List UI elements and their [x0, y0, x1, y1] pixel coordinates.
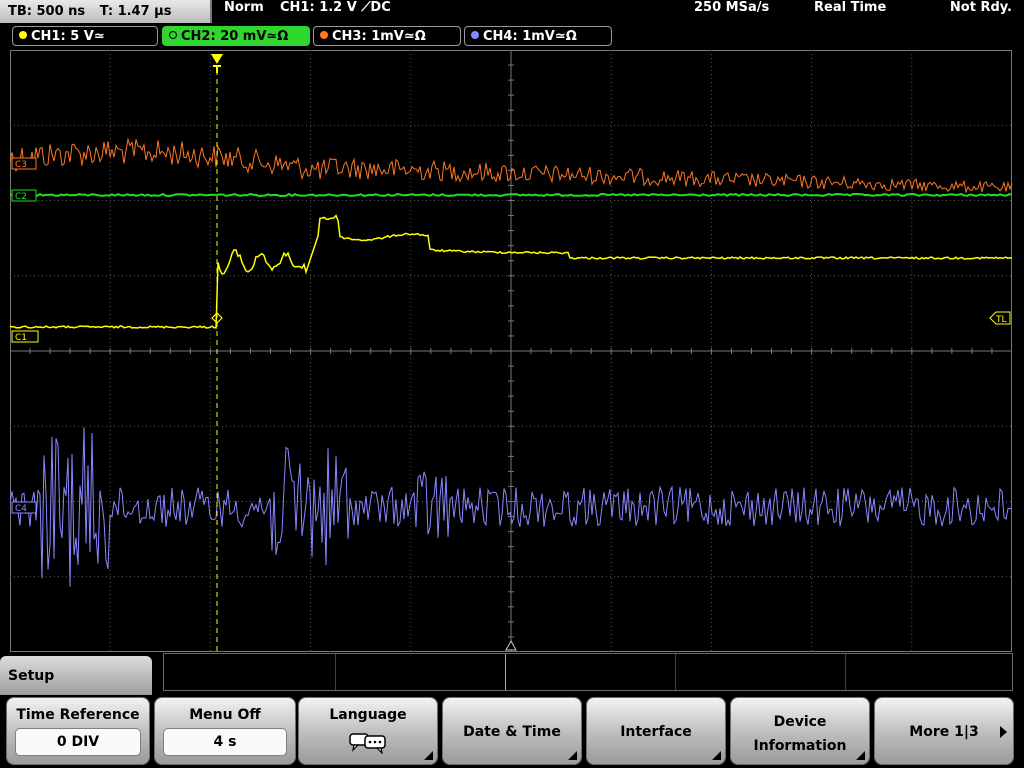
softkey-label: Information	[753, 738, 847, 754]
ch3-dot-icon	[320, 31, 328, 39]
trigger-setting[interactable]: CH1: 1.2 V ⟋DC	[280, 0, 391, 15]
more-softkey[interactable]: More 1|3	[874, 697, 1014, 765]
softkey-label: Date & Time	[463, 724, 561, 740]
waveform-display[interactable]: C3 C2 C1 C4 TL	[10, 50, 1012, 652]
ch2-ground-marker[interactable]: C2	[11, 189, 37, 202]
run-state: Not Rdy.	[949, 0, 1012, 15]
softkey-label: More 1|3	[909, 724, 979, 740]
channel-tab-ch1[interactable]: CH1: 5 V≃	[12, 26, 158, 46]
language-softkey[interactable]: Language	[298, 697, 438, 765]
channel-tab-ch4[interactable]: CH4: 1mV≃Ω	[464, 26, 612, 46]
ch1-ground-marker[interactable]: C1	[11, 330, 39, 343]
sample-rate: 250 MSa/s	[694, 0, 770, 15]
time-reference-value: 0 DIV	[15, 728, 141, 756]
next-page-arrow-icon	[1000, 726, 1007, 738]
status-bar: TB: 500 ns T: 1.47 µs Norm CH1: 1.2 V ⟋D…	[0, 0, 1024, 24]
timebase-box[interactable]: TB: 500 ns T: 1.47 µs	[0, 0, 212, 23]
ch4-ground-marker[interactable]: C4	[11, 501, 37, 514]
softkey-label: Device	[773, 714, 827, 730]
ch4-marker-label: C4	[15, 504, 27, 514]
ch3-marker-label: C3	[15, 160, 27, 170]
channel-tab-ch3[interactable]: CH3: 1mV≃Ω	[313, 26, 461, 46]
overview-divider	[335, 654, 336, 690]
overview-divider	[845, 654, 846, 690]
menu-title-setup: Setup	[0, 656, 152, 696]
ch2-marker-label: C2	[15, 192, 27, 202]
menu-off-softkey[interactable]: Menu Off 4 s	[154, 697, 296, 765]
channel-tab-ch2[interactable]: CH2: 20 mV≃Ω	[162, 26, 310, 46]
menu-off-value: 4 s	[163, 728, 287, 756]
ch2-dot-icon	[169, 31, 177, 39]
channel-tabs: CH1: 5 V≃ CH2: 20 mV≃Ω CH3: 1mV≃Ω CH4: 1…	[0, 26, 1024, 48]
device-information-softkey[interactable]: Device Information	[730, 697, 870, 765]
overview-bar[interactable]	[163, 653, 1013, 691]
channel-tab-label: CH1: 5 V≃	[31, 29, 105, 44]
submenu-corner-icon	[712, 751, 721, 760]
ch4-dot-icon	[471, 31, 479, 39]
overview-divider	[675, 654, 676, 690]
speech-bubble-icon	[349, 733, 386, 754]
softkey-label: Time Reference	[16, 707, 140, 723]
ch1-marker-label: C1	[15, 333, 27, 343]
interface-softkey[interactable]: Interface	[586, 697, 726, 765]
channel-tab-label: CH4: 1mV≃Ω	[483, 29, 577, 44]
ch1-dot-icon	[19, 31, 27, 39]
submenu-corner-icon	[424, 751, 433, 760]
trigger-mode[interactable]: Norm	[224, 0, 264, 15]
time-reference-softkey[interactable]: Time Reference 0 DIV	[6, 697, 150, 765]
channel-tab-label: CH3: 1mV≃Ω	[332, 29, 426, 44]
softkey-label: Language	[329, 707, 407, 723]
submenu-corner-icon	[856, 751, 865, 760]
waveform-canvas[interactable]: C3 C2 C1 C4 TL	[10, 50, 1012, 652]
trigger-time-value: T: 1.47 µs	[99, 4, 172, 19]
trigger-level-label: TL	[995, 315, 1007, 325]
acquisition-mode[interactable]: Real Time	[814, 0, 886, 15]
channel-tab-label: CH2: 20 mV≃Ω	[181, 29, 289, 44]
softkey-label: Menu Off	[189, 707, 261, 723]
overview-center	[505, 654, 506, 690]
date-time-softkey[interactable]: Date & Time	[442, 697, 582, 765]
timebase-value: TB: 500 ns	[8, 4, 86, 19]
submenu-corner-icon	[568, 751, 577, 760]
ch3-ground-marker[interactable]: C3	[11, 157, 37, 170]
softkey-bar: Time Reference 0 DIV Menu Off 4 s Langua…	[0, 695, 1024, 768]
softkey-label: Interface	[620, 724, 692, 740]
